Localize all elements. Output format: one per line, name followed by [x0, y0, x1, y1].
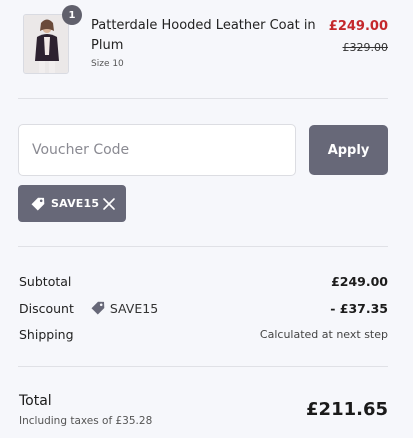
discount-row: Discount SAVE15 - £37.35 — [19, 299, 388, 317]
shipping-row: Shipping Calculated at next step — [19, 325, 388, 343]
order-summary: 1 Patterdale Hooded Leather Coat in Plum… — [0, 0, 413, 438]
total-value: £211.65 — [306, 399, 388, 420]
discount-code-label: SAVE15 — [109, 300, 159, 316]
line-item: 1 Patterdale Hooded Leather Coat in Plum… — [23, 5, 389, 76]
voucher-code-input[interactable] — [18, 124, 296, 176]
product-title: Patterdale Hooded Leather Coat in Plum — [91, 18, 316, 53]
product-thumbnail — [23, 14, 69, 74]
tax-note: Including taxes of £35.28 — [19, 415, 153, 427]
original-price: £329.00 — [342, 41, 389, 54]
tag-icon — [90, 300, 106, 316]
subtotal-value: £249.00 — [331, 273, 388, 289]
sale-price: £249.00 — [328, 19, 388, 34]
total-label: Total — [19, 393, 52, 409]
apply-button[interactable]: Apply — [309, 125, 388, 175]
subtotal-row: Subtotal £249.00 — [19, 272, 388, 290]
discount-value: - £37.35 — [330, 300, 388, 316]
discount-label: Discount — [19, 300, 74, 316]
subtotal-label: Subtotal — [19, 273, 72, 289]
product-size: Size 10 — [91, 59, 124, 69]
tag-icon — [30, 196, 46, 212]
shipping-value: Calculated at next step — [259, 327, 388, 341]
divider — [18, 246, 388, 247]
discount-code: SAVE15 — [90, 300, 158, 316]
quantity-badge: 1 — [62, 5, 82, 25]
divider — [18, 366, 388, 367]
shipping-label: Shipping — [19, 326, 74, 342]
close-icon[interactable] — [102, 197, 116, 211]
applied-voucher-code: SAVE15 — [51, 197, 100, 210]
applied-voucher-chip: SAVE15 — [18, 185, 126, 222]
divider — [18, 98, 388, 99]
